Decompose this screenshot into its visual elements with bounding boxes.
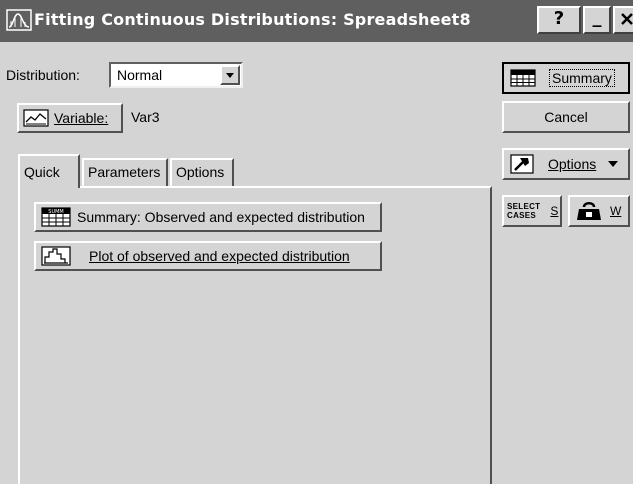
cancel-button[interactable]: Cancel — [502, 101, 630, 133]
distribution-value: Normal — [117, 67, 163, 83]
tab-options-label: Options — [176, 164, 225, 180]
variable-icon — [23, 109, 49, 127]
window-title: Fitting Continuous Distributions: Spread… — [34, 10, 471, 29]
options-menu-button[interactable]: Options — [502, 148, 630, 180]
tab-parameters-label: Parameters — [88, 164, 161, 180]
variable-button[interactable]: Variable: — [17, 103, 123, 133]
histogram-plot-icon — [41, 246, 71, 266]
variable-button-label: Variable: — [54, 110, 109, 126]
weight-key: W — [610, 204, 622, 218]
tab-quick-label: Quick — [24, 164, 60, 180]
help-button[interactable]: ? — [537, 6, 581, 34]
summary-table-icon — [510, 69, 536, 87]
summary-table-icon: SUMM — [41, 207, 71, 227]
select-cases-button[interactable]: SELECT CASES S — [502, 195, 562, 227]
summary-observed-expected-label: Summary: Observed and expected distribut… — [77, 209, 365, 225]
distribution-label: Distribution: — [6, 67, 80, 83]
select-cases-icon: SELECT CASES — [507, 202, 540, 220]
close-icon — [621, 13, 633, 25]
chevron-down-icon — [226, 73, 234, 78]
select-cases-line2: CASES — [507, 211, 537, 220]
tab-parameters[interactable]: Parameters — [82, 158, 168, 186]
weight-icon — [577, 202, 601, 220]
weight-button[interactable]: W — [568, 195, 630, 227]
distribution-app-icon — [6, 9, 32, 31]
summary-button[interactable]: Summary — [502, 62, 630, 94]
options-hammer-icon — [510, 154, 534, 174]
select-cases-key: S — [550, 204, 559, 218]
minimize-icon: _ — [592, 7, 602, 28]
variable-value: Var3 — [131, 109, 160, 125]
select-cases-line1: SELECT — [507, 202, 541, 211]
tab-options[interactable]: Options — [170, 158, 234, 186]
options-button-label: Options — [548, 156, 597, 172]
plot-observed-expected-label: Plot of observed and expected distributi… — [89, 248, 350, 264]
tab-quick[interactable]: Quick — [18, 154, 80, 188]
distribution-dropdown-button[interactable] — [220, 65, 240, 85]
title-bar: Fitting Continuous Distributions: Spread… — [0, 0, 633, 42]
minimize-button[interactable]: _ — [583, 6, 611, 34]
cancel-button-label: Cancel — [544, 109, 588, 125]
summary-button-label: Summary — [549, 69, 615, 87]
summary-observed-expected-button[interactable]: SUMM Summary: Observed and expected dist… — [34, 202, 382, 232]
plot-observed-expected-button[interactable]: Plot of observed and expected distributi… — [34, 241, 382, 271]
distribution-select[interactable]: Normal — [109, 62, 243, 88]
close-button[interactable] — [613, 6, 633, 34]
help-icon: ? — [553, 8, 565, 29]
chevron-down-icon — [608, 161, 619, 167]
